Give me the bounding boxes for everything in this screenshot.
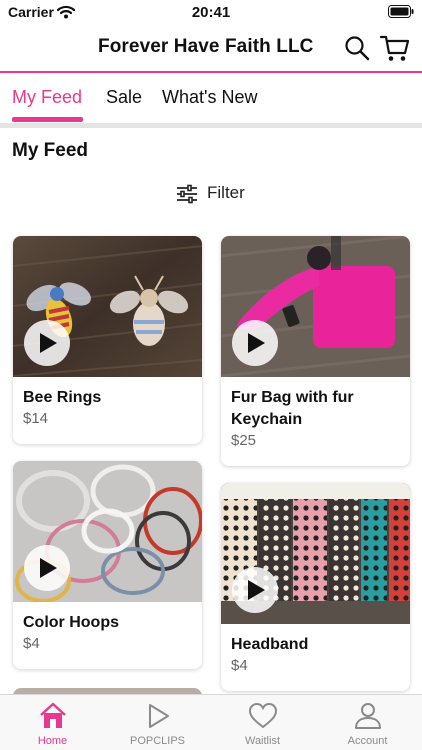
home-icon <box>40 702 66 728</box>
cart-icon <box>379 35 410 61</box>
product-name: Fur Bag with fur Keychain <box>231 389 354 428</box>
tabbar-label: Waitlist <box>244 735 281 747</box>
product-card-bee-rings[interactable]: Bee Rings $14 <box>13 236 202 444</box>
product-card-color-hoops[interactable]: Color Hoops $4 <box>13 461 202 669</box>
video-play-button[interactable] <box>232 567 278 613</box>
search-icon <box>345 36 370 61</box>
app-header: Forever Have Faith LLC <box>0 24 422 72</box>
product-name: Headband <box>231 636 309 653</box>
product-image-bee-rings <box>13 236 202 377</box>
battery-icon <box>388 5 414 23</box>
product-image-fur-bag <box>221 236 410 377</box>
play-icon <box>248 333 265 353</box>
product-card-fur-bag[interactable]: Fur Bag with fur Keychain $25 <box>221 236 410 466</box>
tabbar-label: Home <box>37 735 68 747</box>
tabbar-waitlist[interactable]: Waitlist <box>210 695 315 750</box>
product-price: $4 <box>231 657 248 674</box>
product-card-headband[interactable]: Headband $4 <box>221 483 410 691</box>
tabbar-label: Account <box>347 735 388 747</box>
tabbar-label: POPCLIPS <box>129 735 186 747</box>
product-name: Bee Rings <box>23 389 102 406</box>
active-tab-indicator <box>12 117 83 122</box>
play-icon <box>40 333 57 353</box>
product-image-color-hoops <box>13 461 202 602</box>
video-play-button[interactable] <box>232 320 278 366</box>
tabbar-popclips[interactable]: POPCLIPS <box>105 695 210 750</box>
video-play-button[interactable] <box>24 545 70 591</box>
tab-sale[interactable]: Sale <box>106 87 142 108</box>
product-price: $25 <box>231 432 257 449</box>
bottom-tab-bar: Home POPCLIPS Waitlist Account <box>0 694 422 750</box>
store-title: Forever Have Faith LLC <box>98 36 314 57</box>
tab-my-feed[interactable]: My Feed <box>12 87 82 108</box>
play-icon <box>40 558 57 578</box>
play-icon <box>248 580 265 600</box>
product-image-headband <box>221 483 410 624</box>
play-outline-icon <box>149 704 169 728</box>
status-time: 20:41 <box>191 4 231 21</box>
tabbar-home[interactable]: Home <box>0 695 105 750</box>
person-icon <box>355 703 381 729</box>
status-bar: Carrier 20:41 <box>0 0 422 24</box>
sliders-icon <box>176 184 198 209</box>
tab-whats-new[interactable]: What's New <box>162 87 257 108</box>
heart-icon <box>248 702 278 729</box>
tabbar-account[interactable]: Account <box>315 695 420 750</box>
cart-button[interactable] <box>379 33 410 63</box>
section-title: My Feed <box>12 140 89 161</box>
product-price: $14 <box>23 410 49 427</box>
filter-label: Filter <box>207 183 245 202</box>
product-name: Color Hoops <box>23 614 119 631</box>
video-play-button[interactable] <box>24 320 70 366</box>
product-price: $4 <box>23 635 40 652</box>
search-button[interactable] <box>344 35 370 61</box>
tabs-divider <box>0 123 422 128</box>
